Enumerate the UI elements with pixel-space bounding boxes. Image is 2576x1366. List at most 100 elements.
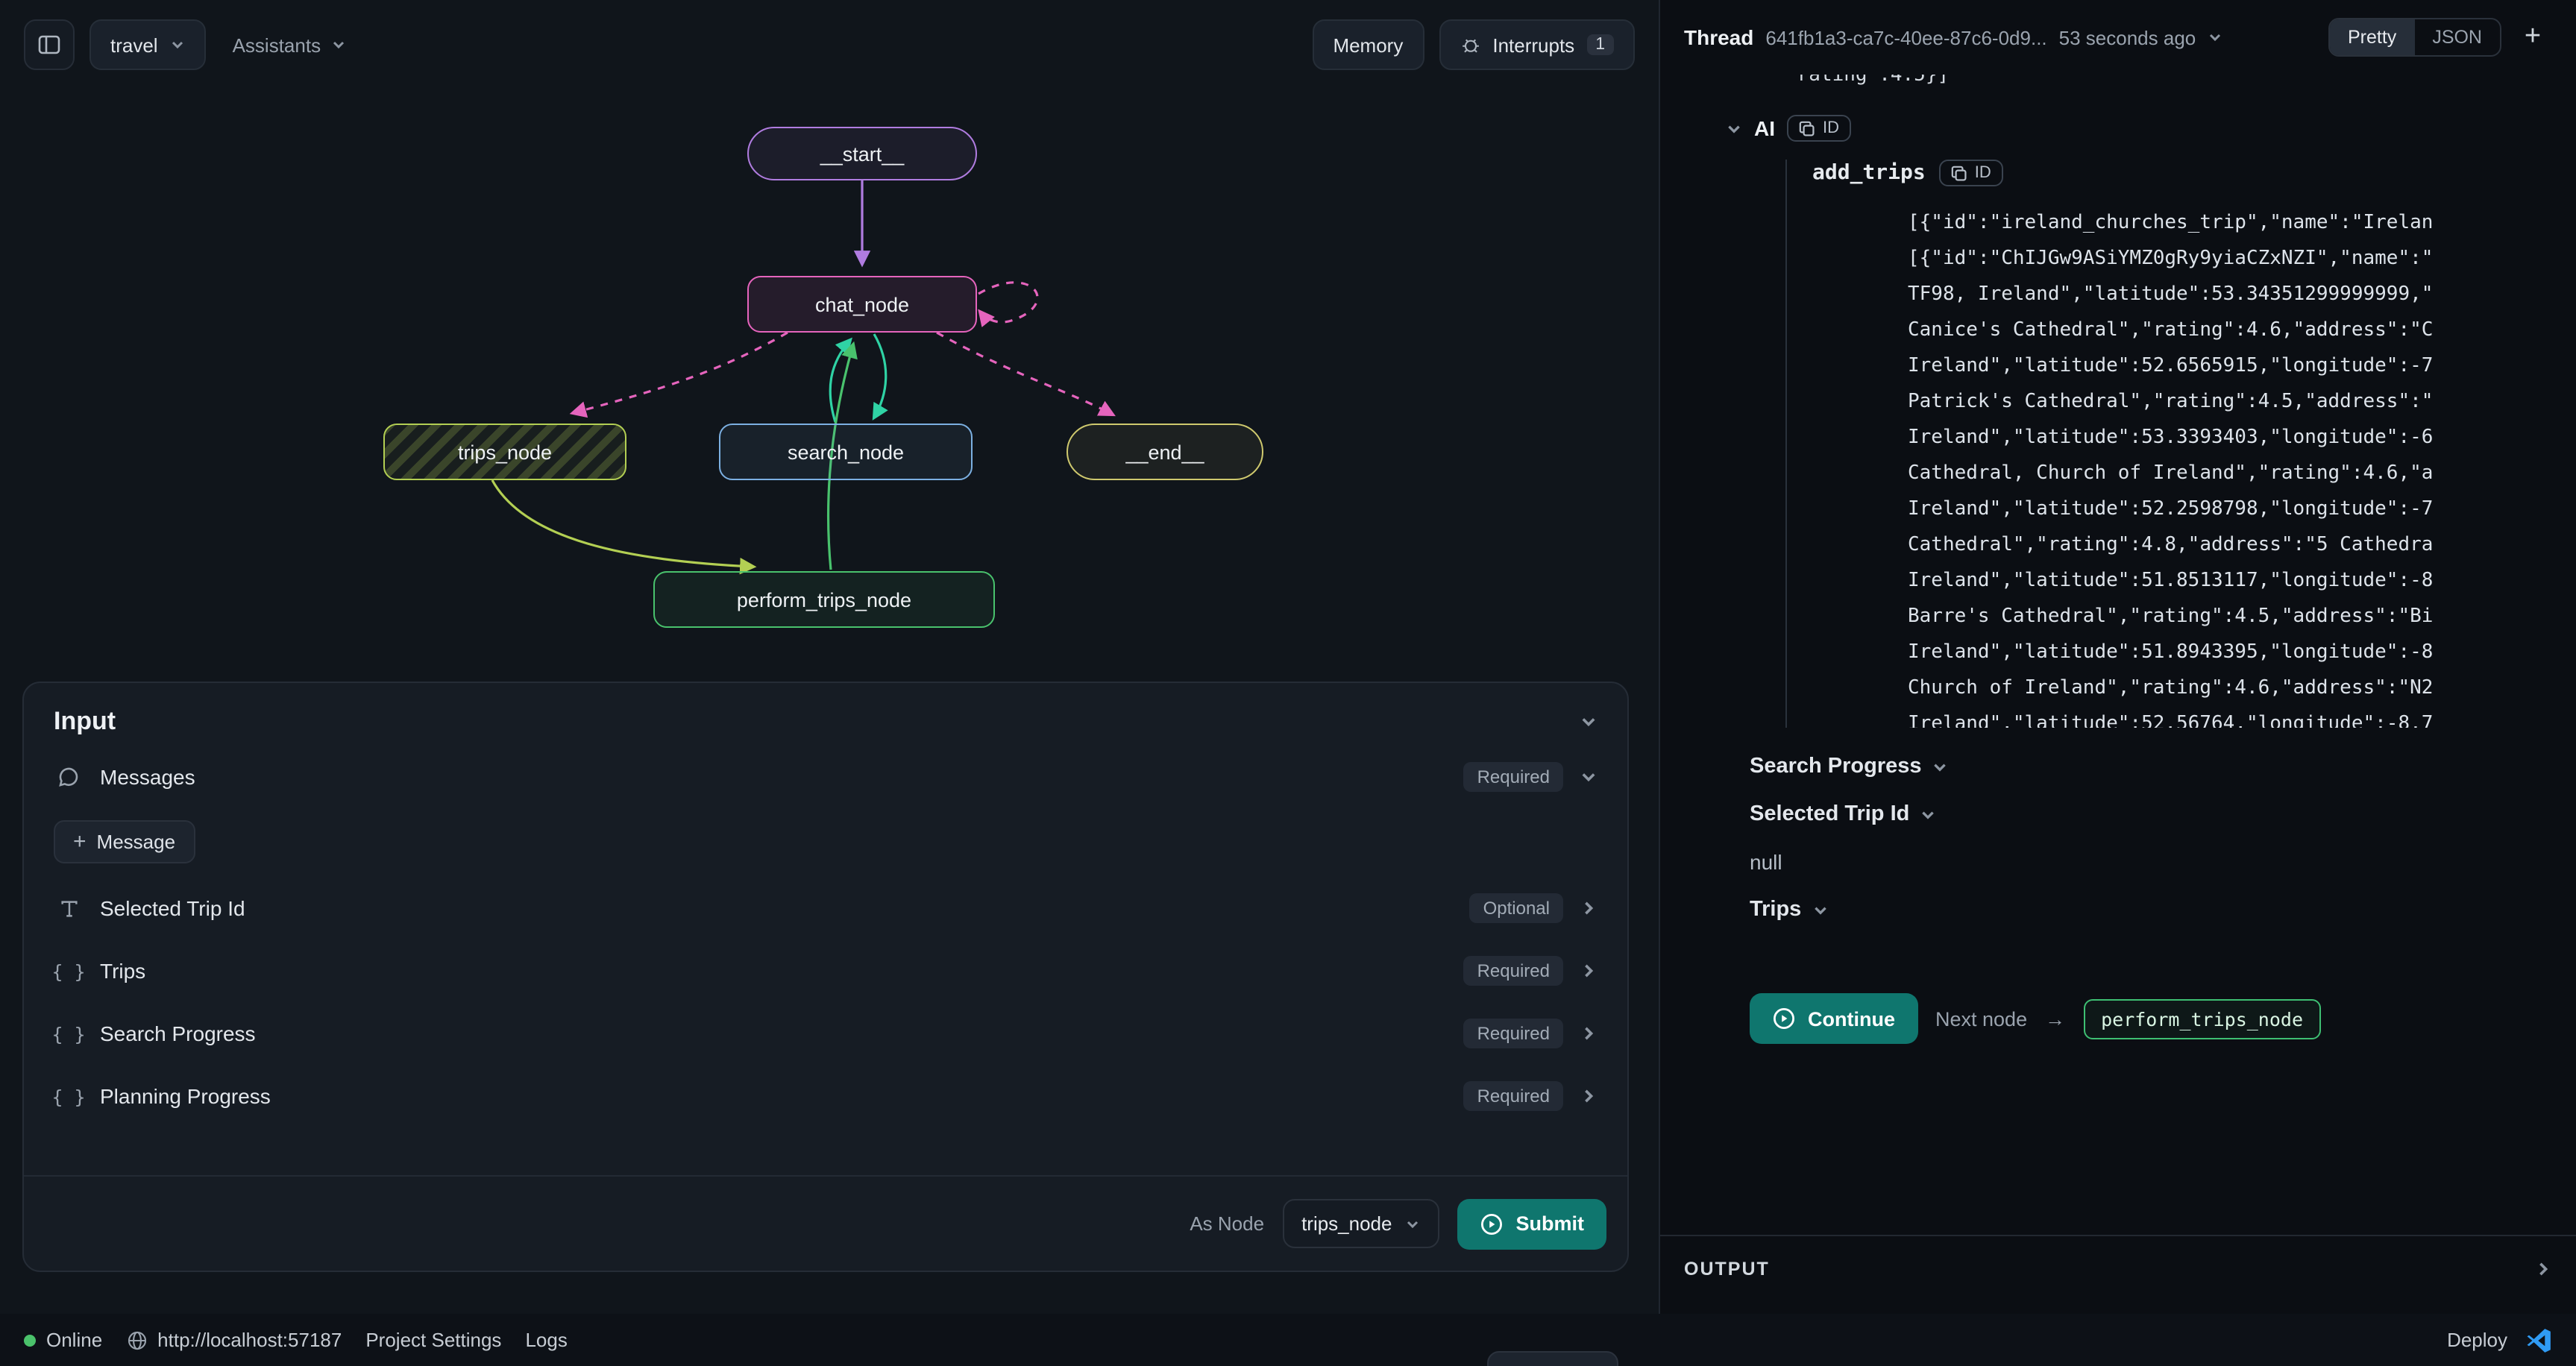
sidebar-toggle-button[interactable] bbox=[24, 19, 75, 70]
interrupts-button[interactable]: Interrupts 1 bbox=[1439, 19, 1635, 70]
input-panel-footer: As Node trips_node Submit bbox=[24, 1175, 1627, 1271]
chevron-right-icon[interactable] bbox=[1580, 899, 1598, 917]
section-selected-trip-id[interactable]: Selected Trip Id bbox=[1750, 790, 2576, 838]
interrupts-label: Interrupts bbox=[1492, 34, 1574, 56]
deploy-label: Deploy bbox=[2447, 1329, 2507, 1351]
tool-call-block: add_trips ID [{"id":"ireland_churches_tr… bbox=[1785, 160, 2576, 728]
tool-output-json[interactable]: [{"id":"ireland_churches_trip","name":"I… bbox=[1908, 206, 2576, 728]
clipped-state-text: "rating":4.5}] bbox=[1785, 75, 2576, 91]
online-status: Online bbox=[24, 1329, 102, 1351]
chevron-down-icon bbox=[1406, 1216, 1421, 1231]
required-badge: Required bbox=[1464, 762, 1563, 792]
graph-node-trips[interactable]: trips_node bbox=[383, 424, 626, 480]
chevron-down-icon[interactable] bbox=[1726, 120, 1742, 136]
output-section-header[interactable]: OUTPUT bbox=[1660, 1235, 2576, 1300]
braces-icon: { } bbox=[54, 960, 84, 982]
graph-node-end[interactable]: __end__ bbox=[1066, 424, 1263, 480]
add-message-row: + Message bbox=[24, 808, 1627, 877]
field-label: Messages bbox=[100, 765, 195, 789]
section-trips[interactable]: Trips bbox=[1750, 886, 2576, 934]
section-label: Trips bbox=[1750, 898, 1801, 922]
toolbar-right-group: Memory Interrupts 1 bbox=[1312, 19, 1635, 70]
status-bar-right: Deploy bbox=[2447, 1326, 2552, 1353]
field-label: Planning Progress bbox=[100, 1084, 271, 1108]
server-url-text: http://localhost:57187 bbox=[157, 1329, 342, 1351]
memory-button[interactable]: Memory bbox=[1312, 19, 1424, 70]
node-label: __end__ bbox=[1125, 441, 1204, 463]
field-label: Trips bbox=[100, 959, 145, 983]
logs-link[interactable]: Logs bbox=[525, 1329, 567, 1351]
memory-label: Memory bbox=[1333, 34, 1403, 56]
project-name: travel bbox=[110, 34, 158, 56]
calculator-label: Calculator bbox=[1511, 1363, 1595, 1366]
chevron-down-icon[interactable] bbox=[1932, 758, 1949, 775]
chevron-down-icon bbox=[170, 37, 185, 52]
next-node-badge[interactable]: perform_trips_node bbox=[2083, 998, 2321, 1039]
vscode-icon[interactable] bbox=[2525, 1326, 2552, 1353]
new-thread-button[interactable]: + bbox=[2513, 18, 2552, 57]
field-row-messages[interactable]: Messages Required bbox=[24, 746, 1627, 808]
arrow-right-icon: → bbox=[2045, 1007, 2065, 1030]
globe-icon bbox=[126, 1329, 147, 1350]
section-label: Search Progress bbox=[1750, 755, 1922, 778]
interrupts-count-badge: 1 bbox=[1586, 34, 1614, 55]
next-node-label: Next node bbox=[1935, 1007, 2027, 1030]
as-node-dropdown[interactable]: trips_node bbox=[1282, 1199, 1439, 1248]
section-search-progress[interactable]: Search Progress bbox=[1750, 743, 2576, 790]
copy-icon bbox=[1951, 165, 1967, 181]
chevron-right-icon[interactable] bbox=[1580, 1024, 1598, 1042]
add-message-button[interactable]: + Message bbox=[54, 819, 195, 863]
chevron-down-icon[interactable] bbox=[2208, 30, 2222, 45]
chevron-down-icon bbox=[331, 37, 346, 52]
submit-label: Submit bbox=[1516, 1212, 1585, 1235]
submit-button[interactable]: Submit bbox=[1458, 1198, 1607, 1249]
assistants-selector[interactable]: Assistants bbox=[221, 19, 359, 70]
input-panel-header[interactable]: Input bbox=[24, 683, 1627, 746]
chevron-down-icon[interactable] bbox=[1580, 713, 1598, 731]
copy-id-chip[interactable]: ID bbox=[1787, 115, 1851, 142]
field-row-trips[interactable]: { } Trips Required bbox=[24, 939, 1627, 1002]
chevron-down-icon[interactable] bbox=[1920, 806, 1936, 822]
required-badge: Required bbox=[1464, 956, 1563, 986]
continue-button[interactable]: Continue bbox=[1750, 993, 1917, 1044]
project-settings-link[interactable]: Project Settings bbox=[365, 1329, 501, 1351]
chevron-right-icon[interactable] bbox=[2534, 1259, 2552, 1277]
required-badge: Required bbox=[1464, 1081, 1563, 1111]
graph-node-search[interactable]: search_node bbox=[719, 424, 973, 480]
field-label: Selected Trip Id bbox=[100, 896, 245, 920]
text-type-icon bbox=[54, 897, 84, 919]
field-row-selected-trip-id[interactable]: Selected Trip Id Optional bbox=[24, 877, 1627, 939]
logs-label: Logs bbox=[525, 1329, 567, 1351]
section-label: Selected Trip Id bbox=[1750, 802, 1909, 826]
json-toggle[interactable]: JSON bbox=[2414, 19, 2500, 55]
pretty-toggle[interactable]: Pretty bbox=[2330, 19, 2414, 55]
plus-icon: + bbox=[73, 830, 87, 852]
copy-id-chip[interactable]: ID bbox=[1939, 160, 2003, 186]
graph-node-perform-trips[interactable]: perform_trips_node bbox=[653, 571, 995, 628]
id-chip-label: ID bbox=[1975, 164, 1991, 182]
field-row-planning-progress[interactable]: { } Planning Progress Required bbox=[24, 1065, 1627, 1127]
required-badge: Required bbox=[1464, 1019, 1563, 1048]
ai-message-header[interactable]: AI ID bbox=[1726, 115, 2576, 142]
deploy-link[interactable]: Deploy bbox=[2447, 1329, 2507, 1351]
chevron-right-icon[interactable] bbox=[1580, 1087, 1598, 1105]
thread-header: Thread 641fb1a3-ca7c-40ee-87c6-0d9... 53… bbox=[1660, 0, 2576, 75]
calculator-chip[interactable]: Calculator bbox=[1487, 1351, 1618, 1366]
project-selector[interactable]: travel bbox=[89, 19, 206, 70]
thread-time[interactable]: 53 seconds ago bbox=[2059, 26, 2196, 48]
graph-node-start[interactable]: __start__ bbox=[747, 127, 977, 180]
node-label: chat_node bbox=[815, 293, 909, 315]
graph-node-chat[interactable]: chat_node bbox=[747, 276, 977, 333]
server-url[interactable]: http://localhost:57187 bbox=[126, 1329, 342, 1351]
chevron-down-icon[interactable] bbox=[1812, 901, 1828, 918]
bug-icon bbox=[1460, 34, 1480, 55]
thread-id[interactable]: 641fb1a3-ca7c-40ee-87c6-0d9... bbox=[1765, 26, 2046, 48]
id-chip-label: ID bbox=[1823, 119, 1839, 137]
node-label: search_node bbox=[788, 441, 904, 463]
interrupt-continue-row: Continue Next node → perform_trips_node bbox=[1750, 993, 2576, 1044]
ai-message-label: AI bbox=[1754, 116, 1775, 140]
field-row-search-progress[interactable]: { } Search Progress Required bbox=[24, 1002, 1627, 1065]
chevron-right-icon[interactable] bbox=[1580, 962, 1598, 980]
optional-badge: Optional bbox=[1470, 893, 1563, 923]
chevron-down-icon[interactable] bbox=[1580, 768, 1598, 786]
